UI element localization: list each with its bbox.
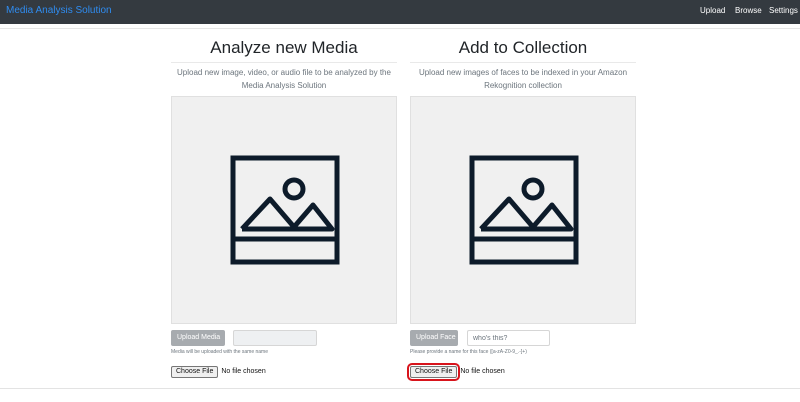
title-divider <box>171 62 397 63</box>
upload-face-button[interactable]: Upload Face <box>410 330 458 346</box>
footer-divider <box>0 388 800 389</box>
header-divider <box>0 28 800 29</box>
face-help-text: Please provide a name for this face ([a-… <box>410 349 527 355</box>
choose-media-file-button[interactable]: Choose File <box>171 365 219 378</box>
add-collection-title: Add to Collection <box>458 38 588 57</box>
media-name-field[interactable] <box>233 330 317 346</box>
image-placeholder-icon <box>469 155 579 265</box>
face-name-input[interactable] <box>467 330 550 346</box>
media-file-input: Choose File No file chosen <box>171 363 266 378</box>
media-file-status: No file chosen <box>221 368 266 376</box>
upload-media-button[interactable]: Upload Media <box>171 330 225 346</box>
add-collection-description: Upload new images of faces to be indexed… <box>418 68 628 90</box>
media-help-text: Media will be uploaded with the same nam… <box>171 349 268 355</box>
analyze-media-title: Analyze new Media <box>210 38 358 57</box>
title-divider <box>410 62 636 63</box>
nav-browse-link[interactable]: Browse <box>735 6 762 15</box>
face-preview <box>410 96 636 324</box>
face-file-status: No file chosen <box>460 368 505 376</box>
face-file-input: Choose File No file chosen <box>406 362 505 381</box>
analyze-media-description: Upload new image, video, or audio file t… <box>177 68 391 90</box>
nav-upload-link[interactable]: Upload <box>700 6 725 15</box>
choose-face-file-button[interactable]: Choose File <box>406 362 461 381</box>
nav-settings-link[interactable]: Settings <box>769 6 798 15</box>
image-placeholder-icon <box>230 155 340 265</box>
top-navbar: Media Analysis Solution Upload Browse Se… <box>0 0 800 24</box>
brand-link[interactable]: Media Analysis Solution <box>6 5 112 16</box>
media-preview <box>171 96 397 324</box>
